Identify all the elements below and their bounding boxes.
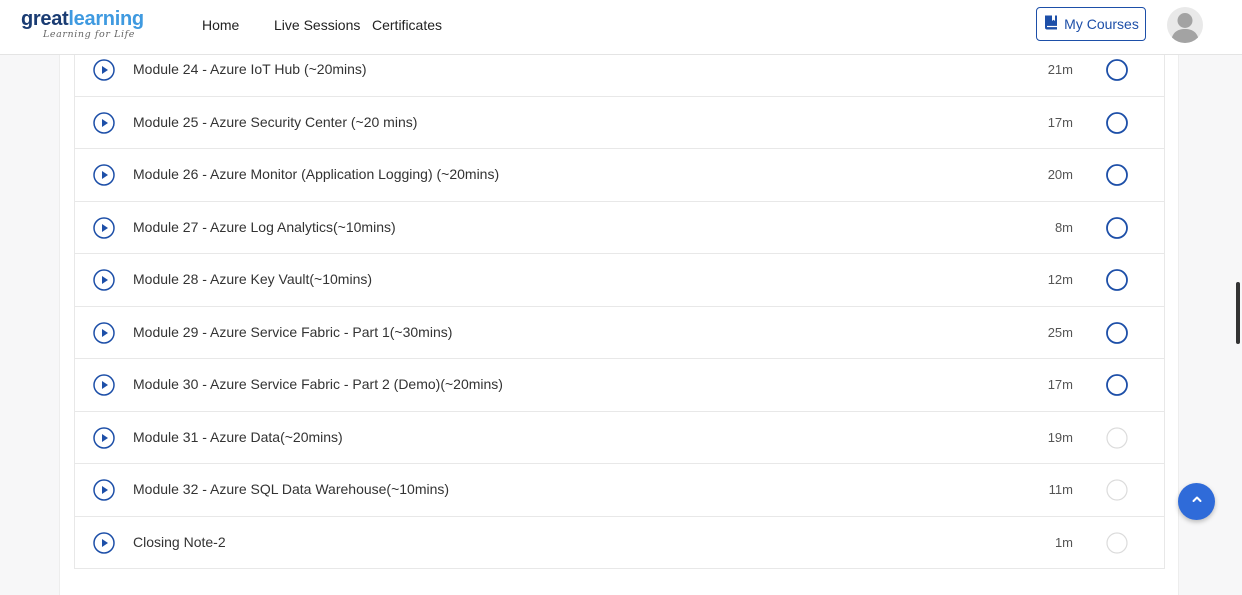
back-to-top-button[interactable] bbox=[1178, 483, 1215, 520]
module-duration: 11m bbox=[1048, 482, 1073, 497]
play-circle-icon[interactable] bbox=[93, 111, 115, 134]
module-duration: 25m bbox=[1047, 324, 1073, 340]
logo-brand-great: great bbox=[21, 8, 69, 30]
completion-status-circle-icon bbox=[1106, 164, 1128, 186]
module-title[interactable]: Closing Note-2 bbox=[133, 534, 226, 550]
logo-brand-learning: learning bbox=[68, 8, 144, 30]
logo-tagline: Learning for Life bbox=[43, 29, 135, 40]
my-courses-label: My Courses bbox=[1064, 16, 1139, 32]
module-row[interactable]: Module 29 - Azure Service Fabric - Part … bbox=[75, 305, 1164, 359]
module-title[interactable]: Module 26 - Azure Monitor (Application L… bbox=[133, 166, 499, 182]
module-duration: 19m bbox=[1047, 429, 1073, 445]
module-duration: 17m bbox=[1047, 377, 1073, 392]
module-row[interactable]: Module 27 - Azure Log Analytics(~10mins)… bbox=[75, 200, 1164, 254]
play-circle-icon[interactable] bbox=[93, 479, 115, 501]
completion-status-circle-icon bbox=[1106, 59, 1128, 81]
nav-home[interactable]: Home bbox=[202, 17, 239, 33]
chevron-up-icon bbox=[1190, 492, 1204, 511]
play-circle-icon[interactable] bbox=[93, 426, 115, 449]
play-circle-icon[interactable] bbox=[93, 321, 115, 344]
play-circle-icon[interactable] bbox=[93, 59, 115, 81]
module-title[interactable]: Module 32 - Azure SQL Data Warehouse(~10… bbox=[133, 481, 449, 497]
nav-certificates[interactable]: Certificates bbox=[372, 17, 442, 33]
completion-status-circle-icon bbox=[1106, 269, 1128, 291]
module-duration: 8m bbox=[1054, 219, 1073, 235]
module-duration: 17m bbox=[1047, 114, 1073, 130]
completion-status-circle-icon bbox=[1106, 479, 1128, 501]
play-circle-icon[interactable] bbox=[93, 374, 115, 396]
play-circle-icon[interactable] bbox=[93, 531, 115, 554]
play-circle-icon[interactable] bbox=[93, 269, 115, 291]
completion-status-circle-icon bbox=[1106, 374, 1128, 396]
module-title[interactable]: Module 24 - Azure IoT Hub (~20mins) bbox=[133, 61, 367, 77]
module-row[interactable]: Module 31 - Azure Data(~20mins) 19m bbox=[75, 410, 1164, 464]
play-circle-icon[interactable] bbox=[93, 164, 115, 186]
module-duration: 21m bbox=[1047, 62, 1073, 77]
module-row[interactable]: Module 30 - Azure Service Fabric - Part … bbox=[75, 358, 1164, 411]
greatlearning-logo[interactable]: greatlearning Learning for Life bbox=[21, 8, 144, 40]
module-title[interactable]: Module 27 - Azure Log Analytics(~10mins) bbox=[133, 219, 396, 235]
module-row[interactable]: Module 28 - Azure Key Vault(~10mins) 12m bbox=[75, 253, 1164, 306]
completion-status-circle-icon bbox=[1106, 321, 1128, 344]
module-title[interactable]: Module 28 - Azure Key Vault(~10mins) bbox=[133, 271, 372, 287]
module-title[interactable]: Module 25 - Azure Security Center (~20 m… bbox=[133, 114, 417, 130]
page-scrollbar-thumb[interactable] bbox=[1236, 282, 1240, 344]
completion-status-circle-icon bbox=[1106, 111, 1128, 134]
module-title[interactable]: Module 29 - Azure Service Fabric - Part … bbox=[133, 324, 452, 340]
module-row[interactable]: Module 26 - Azure Monitor (Application L… bbox=[75, 148, 1164, 201]
module-duration: 1m bbox=[1054, 534, 1073, 550]
completion-status-circle-icon bbox=[1106, 426, 1128, 449]
module-row[interactable]: Closing Note-2 1m bbox=[75, 515, 1164, 569]
nav-live-sessions[interactable]: Live Sessions bbox=[274, 17, 360, 33]
user-avatar-icon[interactable] bbox=[1167, 7, 1203, 43]
module-title[interactable]: Module 30 - Azure Service Fabric - Part … bbox=[133, 376, 503, 392]
top-navbar: greatlearning Learning for Life Home Liv… bbox=[0, 0, 1242, 55]
completion-status-circle-icon bbox=[1106, 216, 1128, 239]
module-title[interactable]: Module 31 - Azure Data(~20mins) bbox=[133, 429, 343, 445]
play-circle-icon[interactable] bbox=[93, 216, 115, 239]
module-list: Module 24 - Azure IoT Hub (~20mins) 21m Mo… bbox=[74, 43, 1165, 569]
completion-status-circle-icon bbox=[1106, 531, 1128, 554]
module-duration: 20m bbox=[1047, 167, 1073, 182]
book-icon bbox=[1043, 14, 1060, 34]
module-row[interactable]: Module 25 - Azure Security Center (~20 m… bbox=[75, 95, 1164, 149]
my-courses-button[interactable]: My Courses bbox=[1036, 7, 1146, 41]
module-row[interactable]: Module 32 - Azure SQL Data Warehouse(~10… bbox=[75, 463, 1164, 516]
module-duration: 12m bbox=[1047, 272, 1073, 287]
